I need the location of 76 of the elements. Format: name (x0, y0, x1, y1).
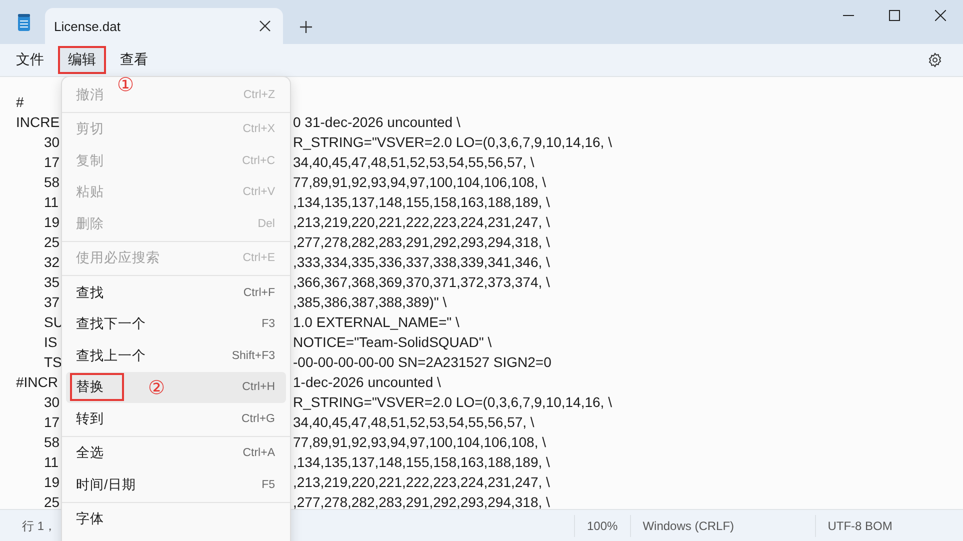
text-line-fragment: 77,89,91,92,93,94,97,100,104,106,108, \ (293, 173, 548, 192)
close-tab-icon[interactable] (259, 20, 271, 32)
menu-bar-item[interactable]: 编辑 (58, 46, 106, 74)
shortcut-label: Ctrl+F (243, 286, 275, 299)
text-line-fragment: 17 (44, 414, 60, 430)
text-line-fragment: 17 (44, 154, 60, 170)
encoding: UTF-8 BOM (814, 514, 904, 536)
shortcut-label: Ctrl+Z (243, 88, 275, 101)
shortcut-label: Ctrl+X (242, 123, 275, 136)
maximize-icon[interactable] (888, 10, 900, 20)
menu-bar-item[interactable]: 查看 (110, 46, 158, 74)
text-line-fragment: 32 (44, 254, 60, 270)
text-line-fragment: 1.0 EXTERNAL_NAME=" \ (293, 313, 460, 332)
shortcut-label: Ctrl+A (242, 447, 275, 460)
menu-item[interactable]: 替换 ② Ctrl+H (66, 372, 286, 403)
zoom-level: 100% (574, 514, 630, 536)
text-line-fragment: 58 (44, 434, 60, 450)
file-tab[interactable]: License.dat (45, 8, 283, 44)
text-line-fragment: #INCR (16, 374, 58, 390)
text-line-fragment: R_STRING="VSVER=2.0 LO=(0,3,6,7,9,10,14,16, \ (293, 133, 613, 152)
menu-item[interactable]: 查找上一个 (70, 342, 152, 370)
text-line-fragment: 34,40,45,47,48,51,52,53,54,55,56,57, \ (293, 413, 536, 432)
text-line-fragment: 77,89,91,92,93,94,97,100,104,106,108, \ (293, 433, 548, 452)
text-line-fragment: R_STRING="VSVER=2.0 LO=(0,3,6,7,9,10,14,16, \ (293, 393, 613, 412)
text-line-fragment: 25 (44, 494, 60, 509)
text-line-fragment: -00-00-00-00-00 SN=2A231527 SIGN2=0 (293, 353, 552, 372)
close-icon[interactable] (934, 10, 946, 20)
text-line-fragment: ,333,334,335,336,337,338,339,341,346, \ (293, 253, 551, 272)
menu-item[interactable]: 时间/日期 (70, 470, 142, 499)
text-line-fragment: NOTICE="Team-SolidSQUAD" \ (293, 333, 493, 352)
text-line-fragment: 11 (44, 454, 59, 470)
text-line-fragment: 30 (44, 394, 60, 410)
text-line-fragment: TS (44, 354, 62, 370)
menu-item[interactable]: 查找 (70, 278, 110, 307)
text-line-fragment: ,213,219,220,221,222,223,224,231,247, \ (293, 213, 551, 232)
shortcut-label: Shift+F3 (232, 350, 275, 362)
text-line-fragment: INCRE (16, 114, 60, 130)
text-line-fragment: 35 (44, 274, 60, 290)
text-line-fragment: ,277,278,282,283,291,292,293,294,318, \ (293, 493, 551, 509)
settings-icon[interactable] (927, 52, 943, 68)
menu-item[interactable]: 全选 (70, 439, 110, 468)
text-line-fragment: ,277,278,282,283,291,292,293,294,318, \ (293, 233, 551, 252)
menu-item[interactable]: 转到 (70, 404, 110, 433)
new-tab-icon[interactable] (299, 20, 313, 34)
menu-item[interactable]: 查找下一个 (70, 310, 152, 338)
text-line-fragment: 37 (44, 294, 60, 310)
shortcut-label: Ctrl+V (242, 186, 275, 198)
shortcut-label: F3 (262, 318, 275, 330)
text-line-fragment: ,213,219,220,221,222,223,224,231,247, \ (293, 473, 551, 492)
text-line-fragment: ,385,386,387,388,389)" \ (293, 293, 448, 312)
text-line-fragment: 1-dec-2026 uncounted \ (293, 373, 442, 392)
menu-bar-item[interactable]: 文件 (6, 46, 54, 74)
step-number: ② (148, 376, 166, 400)
text-line-fragment: 30 (44, 134, 60, 150)
step-number: ① (117, 74, 134, 97)
cursor-position: 行 1， (22, 518, 56, 532)
text-line-fragment: 25 (44, 234, 60, 250)
shortcut-label: Ctrl+C (242, 154, 275, 167)
text-line-fragment: 19 (44, 214, 60, 230)
text-line-fragment: IS (44, 334, 58, 350)
shortcut-label: F5 (262, 478, 275, 491)
text-line-fragment: 58 (44, 174, 60, 190)
shortcut-label: Ctrl+E (242, 252, 275, 264)
text-line-fragment: 0 31-dec-2026 uncounted \ (293, 113, 462, 132)
text-line-fragment: 11 (44, 194, 59, 210)
text-line-fragment: ,134,135,137,148,155,158,163,188,189, \ (293, 453, 551, 472)
text-line-fragment: 19 (44, 474, 60, 490)
text-line-fragment: 34,40,45,47,48,51,52,53,54,55,56,57, \ (293, 153, 536, 172)
text-line-fragment: # (16, 94, 24, 110)
text-line-fragment: ,366,367,368,369,370,371,372,373,374, \ (293, 273, 551, 292)
line-ending: Windows (CRLF) (630, 514, 815, 536)
shortcut-label: Ctrl+G (241, 412, 275, 425)
shortcut-label: Del (258, 218, 275, 230)
notepad-icon (17, 14, 31, 32)
text-line-fragment: ,134,135,137,148,155,158,163,188,189, \ (293, 193, 551, 212)
menu-item[interactable]: 字体 (70, 505, 110, 534)
